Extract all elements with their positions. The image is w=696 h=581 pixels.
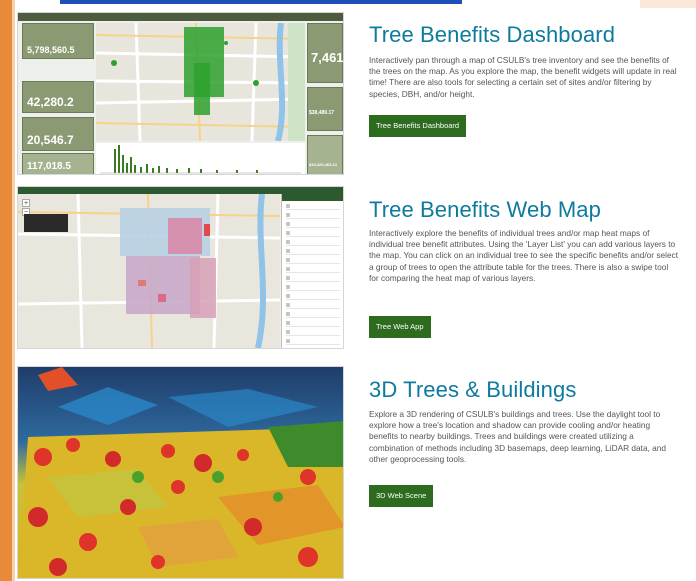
map-popup (24, 214, 68, 232)
dashboard-map-graphic (95, 22, 306, 142)
benefit-value-1: $38,489.17 (309, 110, 335, 116)
layer-list-panel[interactable] (281, 194, 343, 348)
web-map-header-bar (18, 187, 343, 194)
layer-list-header (282, 194, 343, 201)
section-title-web-map[interactable]: Tree Benefits Web Map (369, 197, 601, 223)
layer-list-row[interactable] (286, 239, 340, 246)
layer-list-row[interactable] (286, 311, 340, 318)
layer-list-row[interactable] (286, 248, 340, 255)
benefit-card-1: $38,489.17 (307, 87, 343, 131)
section-title-dashboard[interactable]: Tree Benefits Dashboard (369, 22, 615, 48)
left-accent-line (12, 0, 15, 581)
histogram-bars (100, 145, 301, 174)
dashboard-header-bar (18, 13, 343, 21)
stat-card-1: 5,798,560.5 (22, 23, 94, 59)
benefit-value-2: $15,429,463.13 (309, 162, 337, 167)
layer-list-row[interactable] (286, 221, 340, 228)
stat-card-4: 117,018.5 (22, 153, 94, 174)
stat-card-3: 20,546.7 (22, 117, 94, 151)
stat-value-3: 20,546.7 (27, 133, 74, 147)
layer-list-row[interactable] (286, 203, 340, 210)
layer-list-row[interactable] (286, 212, 340, 219)
stat-value-1: 5,798,560.5 (27, 45, 75, 55)
dashboard-map[interactable] (95, 22, 306, 142)
section-description-3d-scene: Explore a 3D rendering of CSULB's buildi… (369, 409, 667, 464)
stat-value-4: 117,018.5 (27, 161, 71, 172)
layer-list-row[interactable] (286, 284, 340, 291)
section-description-dashboard: Interactively pan through a map of CSULB… (369, 55, 677, 99)
section-title-3d-scene[interactable]: 3D Trees & Buildings (369, 377, 576, 403)
layer-list-row[interactable] (286, 302, 340, 309)
top-right-accent (640, 0, 696, 8)
left-accent-bar (0, 0, 12, 581)
3d-web-scene-button[interactable]: 3D Web Scene (369, 485, 434, 507)
layer-list-row[interactable] (286, 293, 340, 300)
layer-list-row[interactable] (286, 275, 340, 282)
section-description-web-map: Interactively explore the benefits of in… (369, 228, 679, 283)
tree-count-value: 7,461 (311, 50, 344, 65)
layer-list-row[interactable] (286, 257, 340, 264)
tree-count-card: 7,461 (307, 23, 343, 83)
web-map-thumbnail[interactable]: + − (17, 186, 344, 349)
layer-list-row[interactable] (286, 338, 340, 345)
layer-list-row[interactable] (286, 329, 340, 336)
3d-scene-graphic (18, 367, 343, 578)
3d-scene-thumbnail[interactable] (17, 366, 344, 579)
tree-web-app-button[interactable]: Tree Web App (369, 316, 431, 338)
stat-value-2: 42,280.2 (27, 95, 74, 109)
layer-list-row[interactable] (286, 266, 340, 273)
benefit-card-2: $15,429,463.13 (307, 135, 343, 174)
stat-card-2: 42,280.2 (22, 81, 94, 113)
tree-benefits-dashboard-button[interactable]: Tree Benefits Dashboard (369, 115, 467, 137)
dashboard-histogram (96, 143, 305, 174)
zoom-in-icon[interactable]: + (22, 199, 30, 207)
layer-list-row[interactable] (286, 230, 340, 237)
top-link-underline (60, 0, 462, 4)
dashboard-thumbnail[interactable]: 5,798,560.5 42,280.2 20,546.7 117,018.5 (17, 12, 344, 175)
web-map-canvas[interactable]: + − (18, 193, 281, 348)
layer-list-row[interactable] (286, 320, 340, 327)
